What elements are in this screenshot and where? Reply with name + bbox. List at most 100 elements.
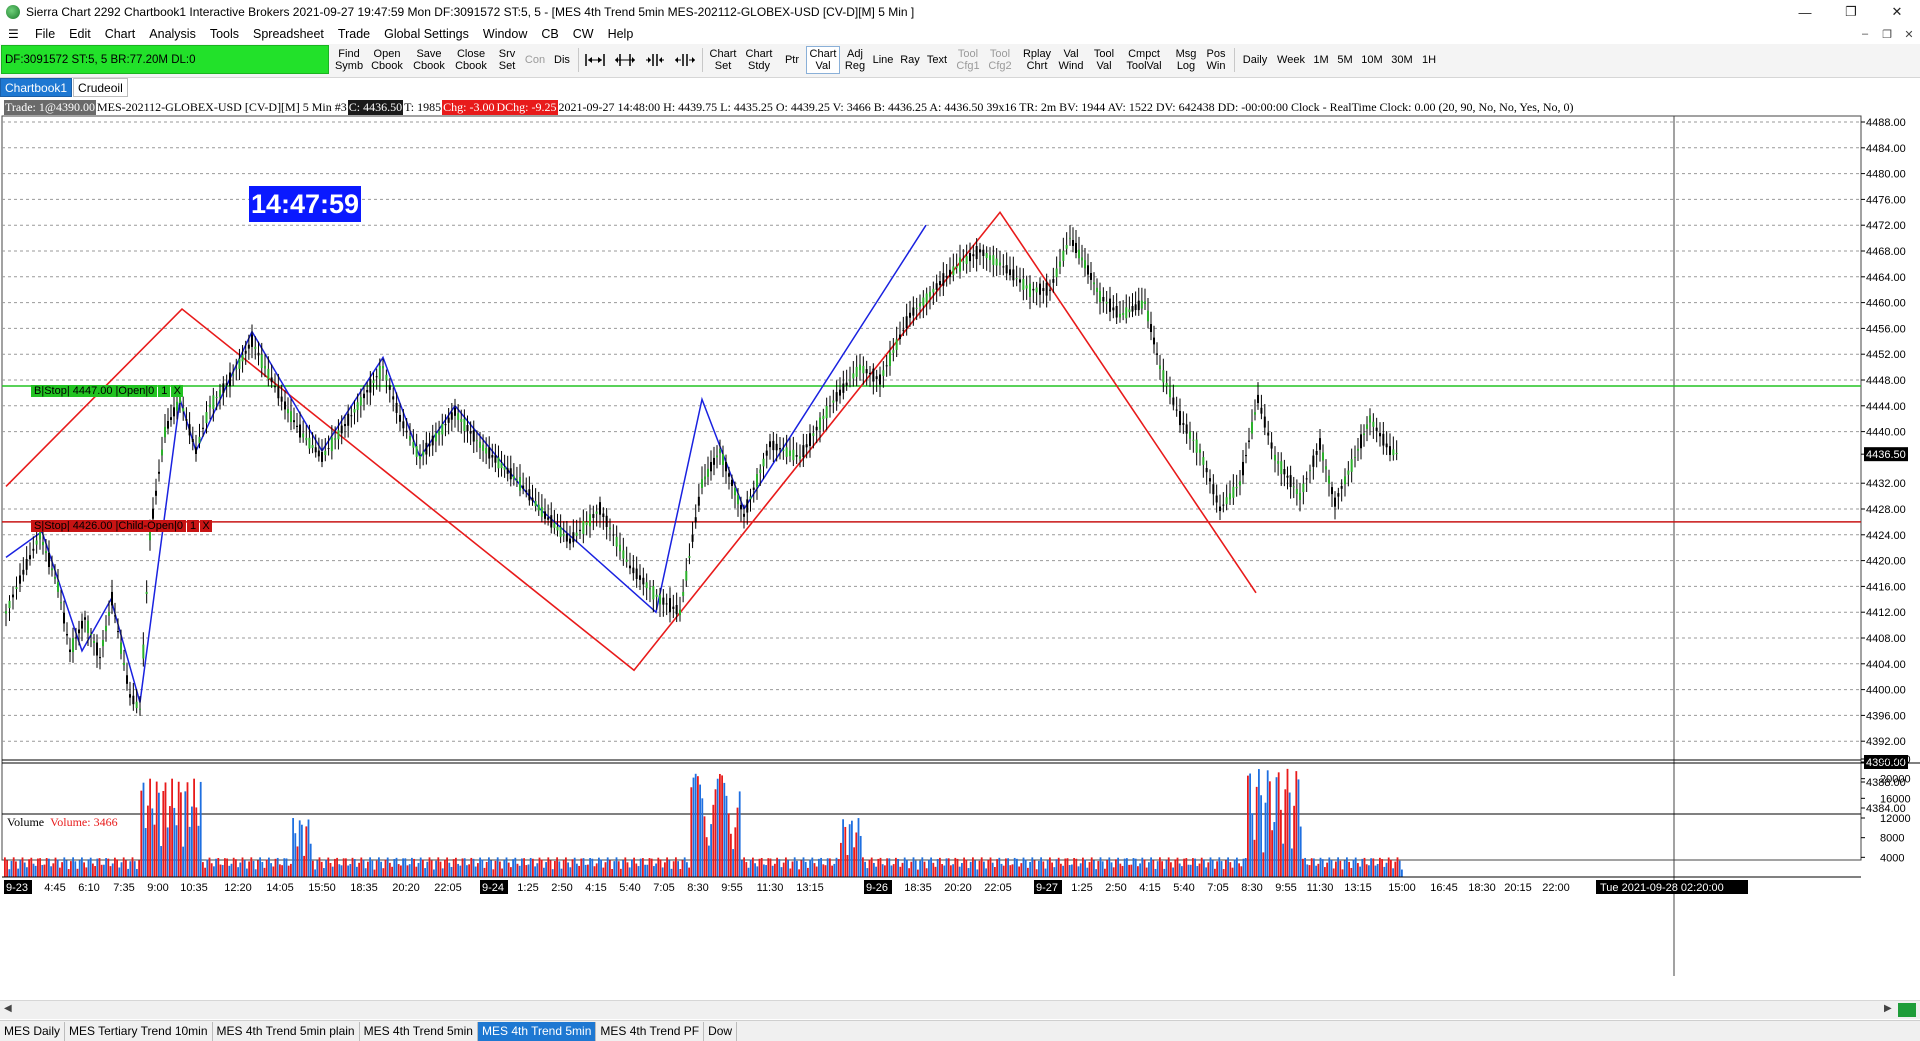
candle-body <box>1069 237 1071 239</box>
scroll-left-icon[interactable]: ◀ <box>4 1003 12 1014</box>
sell-order-cancel-button[interactable]: X <box>200 520 213 532</box>
open-chartbook-button[interactable]: Open Cbook <box>368 46 406 74</box>
server-settings-button[interactable]: Srv Set <box>494 46 520 74</box>
candle-body <box>1289 475 1292 487</box>
menu-global-settings[interactable]: Global Settings <box>377 27 476 41</box>
find-symbol-button[interactable]: Find Symb <box>334 46 364 74</box>
candle-body <box>145 591 148 594</box>
chart-document-icon[interactable]: ☰ <box>8 27 24 41</box>
minimize-button[interactable]: — <box>1782 0 1828 24</box>
menu-help[interactable]: Help <box>601 27 641 41</box>
tab-mes-tertiary-trend-10min[interactable]: MES Tertiary Trend 10min <box>65 1021 213 1041</box>
tab-mes-4th-trend-pf[interactable]: MES 4th Trend PF <box>596 1021 705 1041</box>
tab-mes-4th-trend-5min-plain[interactable]: MES 4th Trend 5min plain <box>213 1021 360 1041</box>
volume-bar <box>719 773 721 877</box>
child-close-button[interactable]: ✕ <box>1898 24 1920 44</box>
menu-edit[interactable]: Edit <box>62 27 98 41</box>
sell-order-qty[interactable]: 1 <box>187 520 200 532</box>
menu-tools[interactable]: Tools <box>203 27 246 41</box>
time-axis-label: 11:30 <box>1307 882 1334 894</box>
compact-tool-values-button[interactable]: Cmpct ToolVal <box>1122 46 1166 74</box>
tab-dow[interactable]: Dow <box>704 1021 738 1041</box>
menu-window[interactable]: Window <box>476 27 534 41</box>
menu-file[interactable]: File <box>28 27 62 41</box>
scale-expand-icon[interactable] <box>612 46 638 74</box>
chart-values-button[interactable]: Chart Val <box>806 46 840 74</box>
positions-window-button[interactable]: Pos Win <box>1202 46 1230 74</box>
scroll-right-icon[interactable]: ▶ <box>1884 1003 1892 1014</box>
menu-spreadsheet[interactable]: Spreadsheet <box>246 27 331 41</box>
price-chart[interactable]: 4488.00 4484.00 4480.00 4476.00 4472.00 4468.… <box>0 98 1920 976</box>
pointer-button[interactable]: Ptr <box>780 46 804 74</box>
adjust-region-button[interactable]: Adj Reg <box>842 46 868 74</box>
scroll-thumb[interactable] <box>1898 1003 1916 1017</box>
candle-body <box>743 513 745 517</box>
child-restore-button[interactable]: ❐ <box>1876 24 1898 44</box>
volume-bar <box>195 807 198 877</box>
menu-chart[interactable]: Chart <box>98 27 143 41</box>
buy-order-qty[interactable]: 1 <box>158 385 171 397</box>
connect-button[interactable]: Con <box>522 46 548 74</box>
menu-cw[interactable]: CW <box>566 27 601 41</box>
volume-bar <box>912 857 915 877</box>
candle-body <box>1140 300 1143 309</box>
save-chartbook-button[interactable]: Save Cbook <box>410 46 448 74</box>
menu-analysis[interactable]: Analysis <box>142 27 203 41</box>
chart-settings-button[interactable]: Chart Set <box>706 46 740 74</box>
maximize-button[interactable]: ❐ <box>1828 0 1874 24</box>
replay-chart-button[interactable]: Rplay Chrt <box>1020 46 1054 74</box>
volume-bar <box>1350 867 1353 877</box>
timeframe-1h-button[interactable]: 1H <box>1418 46 1440 74</box>
candle-body <box>22 569 25 575</box>
ray-tool-button[interactable]: Ray <box>898 46 922 74</box>
volume-bar <box>1401 869 1403 877</box>
timeframe-daily-button[interactable]: Daily <box>1238 46 1272 74</box>
candle-body <box>515 479 518 481</box>
text-tool-button[interactable]: Text <box>924 46 950 74</box>
candle-body <box>731 479 733 486</box>
buy-order-cancel-button[interactable]: X <box>171 385 184 397</box>
candle-body <box>939 281 941 286</box>
timeframe-week-button[interactable]: Week <box>1274 46 1308 74</box>
tab-chartbook1[interactable]: Chartbook1 <box>0 78 73 97</box>
volume-bar <box>862 857 864 877</box>
menu-cb[interactable]: CB <box>534 27 565 41</box>
tool-values-button[interactable]: Tool Val <box>1090 46 1118 74</box>
timeframe-5m-button[interactable]: 5M <box>1334 46 1356 74</box>
timeframe-1m-button[interactable]: 1M <box>1310 46 1332 74</box>
timeframe-30m-button[interactable]: 30M <box>1388 46 1416 74</box>
chart-studies-button[interactable]: Chart Stdy <box>742 46 776 74</box>
sell-stop-order-label[interactable]: S|Stop| 4426.00 |Child-Open|0 1 X <box>31 519 213 533</box>
volume-bar <box>1139 863 1141 877</box>
tab-crudeoil[interactable]: Crudeoil <box>73 78 128 97</box>
scale-compress-icon[interactable] <box>582 46 608 74</box>
candle-body <box>1134 304 1137 311</box>
chart-scrollbar[interactable]: ◀ ▶ <box>0 1000 1920 1019</box>
close-button[interactable]: ✕ <box>1874 0 1920 24</box>
tool-config-1-button[interactable]: Tool Cfg1 <box>954 46 982 74</box>
message-log-button[interactable]: Msg Log <box>1172 46 1200 74</box>
line-tool-button[interactable]: Line <box>870 46 896 74</box>
candle-body <box>925 293 928 303</box>
bar-spacing-decrease-icon[interactable] <box>642 46 668 74</box>
candle-body <box>195 447 197 454</box>
tab-mes-4th-trend-5min[interactable]: MES 4th Trend 5min <box>360 1021 478 1041</box>
child-minimize-button[interactable]: – <box>1854 24 1876 44</box>
bar-spacing-increase-icon[interactable] <box>672 46 698 74</box>
candle-body <box>694 517 697 523</box>
tab-mes-4th-trend-5min-active[interactable]: MES 4th Trend 5min <box>477 1021 597 1041</box>
volume-bar <box>1099 857 1102 877</box>
buy-stop-order-label[interactable]: B|Stop| 4447.00 |Open|0 1 X <box>31 384 184 398</box>
volume-bar <box>670 868 673 877</box>
tool-config-2-button[interactable]: Tool Cfg2 <box>986 46 1014 74</box>
timeframe-10m-button[interactable]: 10M <box>1358 46 1386 74</box>
candle-body <box>829 405 831 407</box>
volume-bar <box>17 868 19 877</box>
values-window-button[interactable]: Val Wind <box>1056 46 1086 74</box>
close-chartbook-button[interactable]: Close Cbook <box>452 46 490 74</box>
tab-mes-daily[interactable]: MES Daily <box>0 1021 66 1041</box>
chart-area[interactable]: 4488.00 4484.00 4480.00 4476.00 4472.00 4468.… <box>0 98 1920 976</box>
candle-body <box>625 559 628 562</box>
disconnect-button[interactable]: Dis <box>550 46 574 74</box>
menu-trade[interactable]: Trade <box>331 27 377 41</box>
